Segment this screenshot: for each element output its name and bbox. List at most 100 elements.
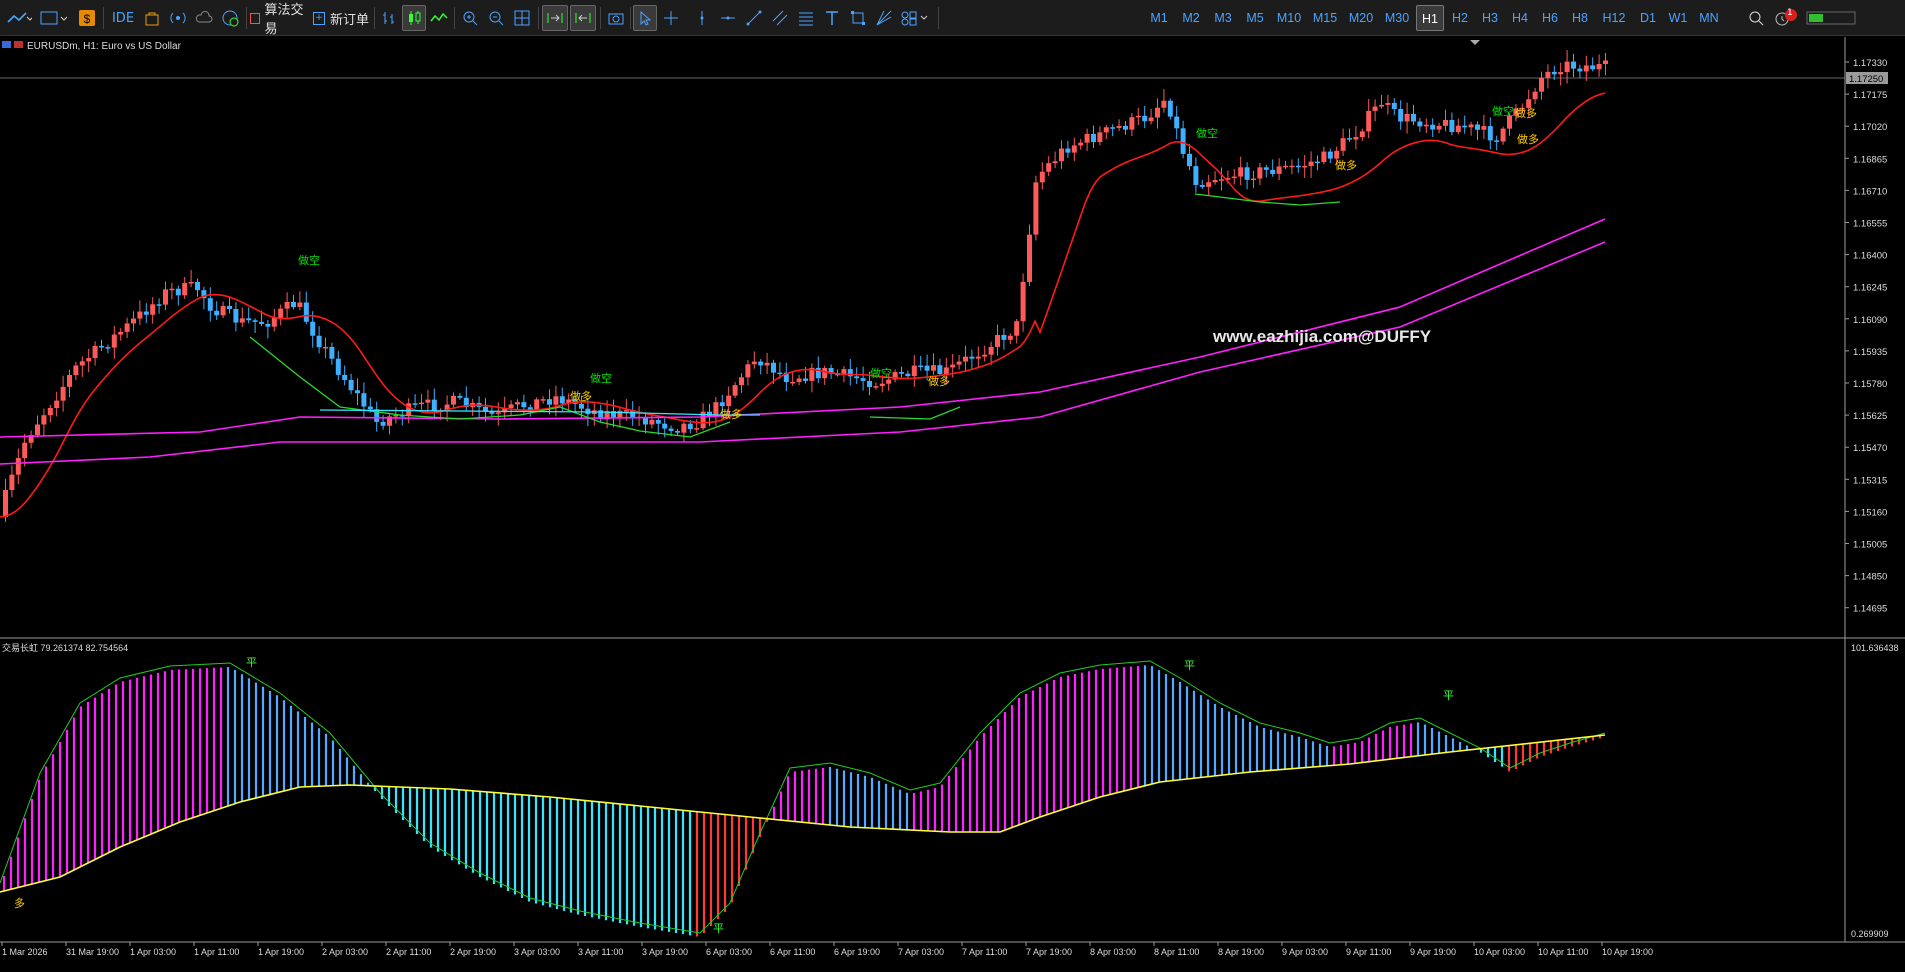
- time-label: 9 Apr 11:00: [1346, 947, 1391, 957]
- candle-body: [1071, 145, 1077, 153]
- text-icon[interactable]: [820, 5, 844, 31]
- chart-type-icon[interactable]: [4, 5, 34, 31]
- zoom-out-icon[interactable]: [484, 5, 508, 31]
- candle-body: [124, 323, 130, 332]
- candle-body: [1084, 133, 1090, 143]
- candle-body: [1347, 138, 1352, 140]
- candle-body: [182, 283, 188, 296]
- crosshair-icon[interactable]: [659, 5, 683, 31]
- search-icon[interactable]: [1745, 5, 1767, 31]
- candle-body: [1295, 165, 1301, 168]
- cursor-icon[interactable]: [633, 5, 657, 31]
- candle-body: [35, 424, 40, 435]
- timeframe-m30[interactable]: M30: [1380, 5, 1414, 31]
- timeframe-m3[interactable]: M3: [1208, 5, 1238, 31]
- candle-body: [559, 396, 565, 404]
- vertical-line-icon[interactable]: [690, 5, 714, 31]
- candle-body: [1417, 121, 1423, 127]
- candle-body: [1142, 115, 1148, 122]
- bag-icon[interactable]: [140, 5, 164, 31]
- candle-body: [207, 298, 213, 311]
- channel-icon[interactable]: [768, 5, 792, 31]
- signal-icon[interactable]: [166, 5, 190, 31]
- candle-body: [1321, 151, 1327, 163]
- chart-shift-icon[interactable]: [570, 5, 596, 31]
- screenshot-icon[interactable]: [604, 5, 628, 31]
- timeframe-m20[interactable]: M20: [1344, 5, 1378, 31]
- candle-body: [1078, 142, 1084, 146]
- candle-body: [1366, 110, 1372, 132]
- candle-body: [137, 311, 143, 319]
- candle-body: [803, 378, 808, 381]
- candlestick-icon[interactable]: [402, 5, 426, 31]
- candle-body: [956, 361, 962, 365]
- candle-body: [1206, 182, 1212, 187]
- line-chart-icon[interactable]: [428, 5, 450, 31]
- indicator-title: 交易长虹 79.261374 82.754564: [2, 642, 128, 653]
- candle-body: [681, 423, 687, 433]
- timeframe-h2[interactable]: H2: [1446, 5, 1474, 31]
- timeframe-m5[interactable]: M5: [1240, 5, 1270, 31]
- candle-body: [329, 346, 335, 359]
- dollar-icon[interactable]: $: [76, 5, 98, 31]
- grid-icon[interactable]: [510, 5, 534, 31]
- timeframe-h8[interactable]: H8: [1566, 5, 1594, 31]
- candle-body: [1603, 60, 1608, 65]
- autoscroll-icon[interactable]: [542, 5, 568, 31]
- candle-body: [457, 395, 463, 398]
- candle-body: [1327, 151, 1333, 159]
- timeframe-m10[interactable]: M10: [1272, 5, 1306, 31]
- zoom-in-icon[interactable]: [458, 5, 482, 31]
- candle-body: [1564, 61, 1570, 73]
- candle-body: [1353, 137, 1359, 140]
- templates-icon[interactable]: [38, 5, 70, 31]
- candle-body: [1129, 117, 1135, 130]
- candle-body: [156, 304, 162, 306]
- globe-icon[interactable]: [218, 5, 242, 31]
- candle-body: [54, 400, 60, 408]
- time-label: 9 Apr 03:00: [1282, 947, 1328, 957]
- new-order-button[interactable]: + 新订单: [312, 5, 370, 31]
- timeframe-d1[interactable]: D1: [1634, 5, 1662, 31]
- candle-body: [297, 302, 303, 307]
- horizontal-line-icon[interactable]: [716, 5, 740, 31]
- shapes-icon[interactable]: [846, 5, 870, 31]
- candle-body: [745, 364, 751, 378]
- price-label: 1.15780: [1853, 379, 1887, 390]
- timeframe-w1[interactable]: W1: [1664, 5, 1692, 31]
- price-label: 1.15315: [1853, 475, 1887, 486]
- candle-body: [655, 419, 661, 424]
- ide-button[interactable]: IDE: [108, 5, 138, 31]
- ma-magenta-slow-line: [0, 241, 1606, 465]
- timeframe-h3[interactable]: H3: [1476, 5, 1504, 31]
- candle-body: [278, 308, 284, 318]
- trendline-icon[interactable]: [742, 5, 766, 31]
- trend-green-line-2: [869, 406, 961, 420]
- timeframe-mn[interactable]: MN: [1694, 5, 1724, 31]
- candle-body: [1283, 165, 1288, 168]
- candle-body: [662, 423, 668, 429]
- timeframe-m15[interactable]: M15: [1308, 5, 1342, 31]
- notifications-icon[interactable]: 1: [1772, 5, 1800, 31]
- candle-body: [111, 334, 117, 348]
- fibonacci-icon[interactable]: [794, 5, 818, 31]
- candle-body: [47, 407, 53, 416]
- timeframe-h12[interactable]: H12: [1596, 5, 1632, 31]
- time-label: 6 Apr 11:00: [770, 947, 815, 957]
- timeframe-h1[interactable]: H1: [1416, 5, 1444, 31]
- algo-trading-button[interactable]: 算法交易: [250, 3, 308, 37]
- timeframe-h4[interactable]: H4: [1506, 5, 1534, 31]
- candle-body: [905, 373, 911, 377]
- objects-icon[interactable]: [898, 5, 934, 31]
- timeframe-m1[interactable]: M1: [1144, 5, 1174, 31]
- timeframe-m2[interactable]: M2: [1176, 5, 1206, 31]
- candle-body: [1487, 126, 1493, 141]
- bar-chart-icon[interactable]: [378, 5, 400, 31]
- gann-fan-icon[interactable]: [872, 5, 896, 31]
- candle-body: [1468, 124, 1474, 128]
- chart-area[interactable]: EURUSDm, H1: Euro vs US Dollar 1.17330 1.1…: [0, 37, 1905, 968]
- candle-body: [822, 368, 828, 379]
- timeframe-h6[interactable]: H6: [1536, 5, 1564, 31]
- cloud-icon[interactable]: [192, 5, 216, 31]
- candle-body: [131, 318, 136, 324]
